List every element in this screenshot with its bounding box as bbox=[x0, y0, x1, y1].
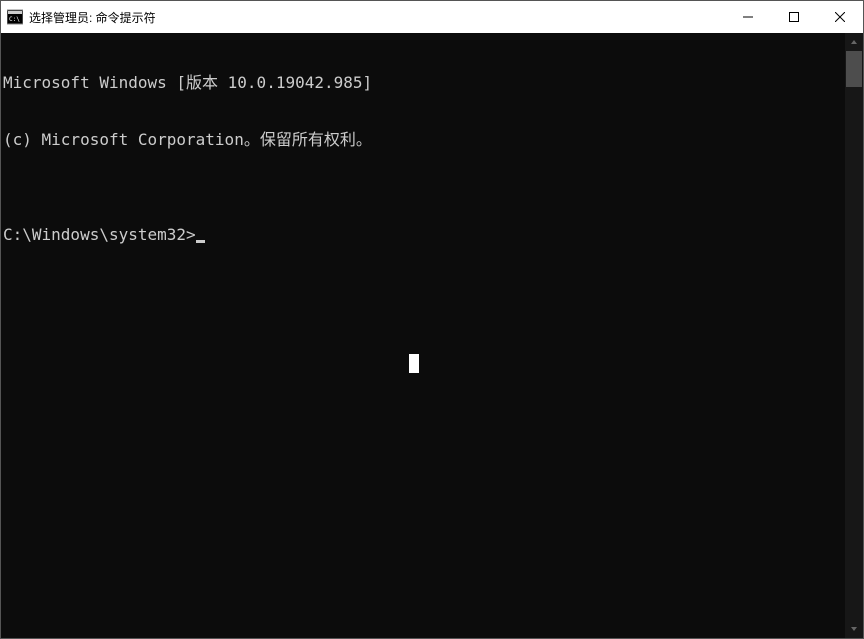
minimize-button[interactable] bbox=[725, 1, 771, 33]
maximize-button[interactable] bbox=[771, 1, 817, 33]
prompt-line: C:\Windows\system32> bbox=[3, 225, 845, 244]
close-button[interactable] bbox=[817, 1, 863, 33]
cursor bbox=[196, 240, 205, 243]
terminal-line: (c) Microsoft Corporation。保留所有权利。 bbox=[3, 130, 845, 149]
terminal-output[interactable]: Microsoft Windows [版本 10.0.19042.985] (c… bbox=[1, 33, 845, 638]
window-controls bbox=[725, 1, 863, 33]
vertical-scrollbar[interactable] bbox=[845, 33, 863, 638]
scrollbar-track[interactable] bbox=[845, 51, 863, 620]
selection-block bbox=[409, 354, 419, 373]
scroll-down-button[interactable] bbox=[845, 620, 863, 638]
command-prompt-window: C:\ 选择管理员: 命令提示符 Microsoft Windows [版本 1… bbox=[0, 0, 864, 639]
prompt-text: C:\Windows\system32> bbox=[3, 225, 196, 244]
scroll-up-button[interactable] bbox=[845, 33, 863, 51]
cmd-icon: C:\ bbox=[7, 9, 23, 25]
terminal-line: Microsoft Windows [版本 10.0.19042.985] bbox=[3, 73, 845, 92]
titlebar[interactable]: C:\ 选择管理员: 命令提示符 bbox=[1, 1, 863, 33]
scrollbar-thumb[interactable] bbox=[846, 51, 862, 87]
svg-text:C:\: C:\ bbox=[9, 16, 20, 23]
terminal-area: Microsoft Windows [版本 10.0.19042.985] (c… bbox=[1, 33, 863, 638]
window-title: 选择管理员: 命令提示符 bbox=[29, 9, 156, 26]
